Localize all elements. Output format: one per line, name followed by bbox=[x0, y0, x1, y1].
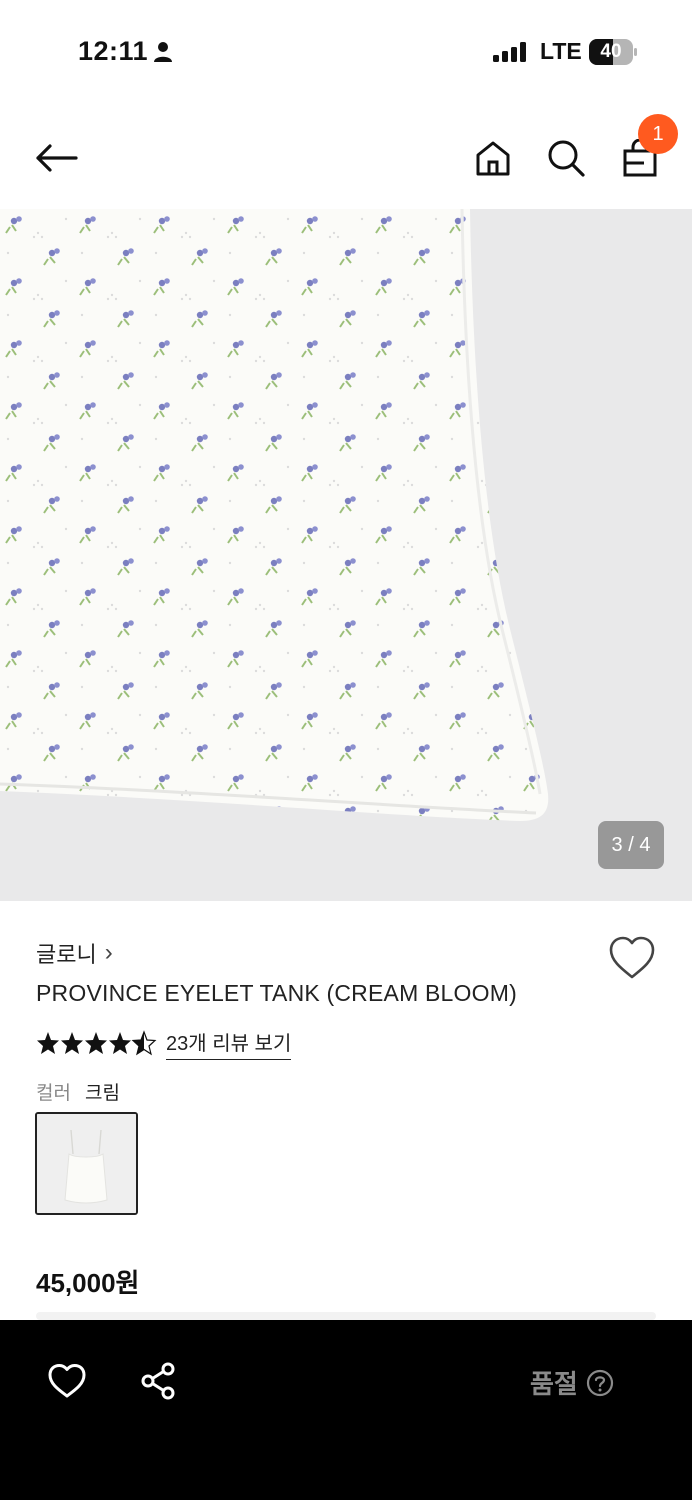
chevron-right-icon: › bbox=[104, 939, 113, 966]
sold-out-status[interactable]: 품절 bbox=[530, 1364, 614, 1401]
search-icon bbox=[548, 140, 585, 177]
person-icon bbox=[154, 42, 172, 62]
rating-row: 23개 리뷰 보기 bbox=[36, 1027, 292, 1060]
status-bar: 12:11 LTE 40 bbox=[0, 0, 692, 100]
brand-link[interactable]: 글로니 › bbox=[36, 937, 113, 969]
bottom-wishlist-button[interactable] bbox=[44, 1360, 90, 1402]
product-price: 45,000원 bbox=[36, 1268, 140, 1298]
home-button[interactable] bbox=[470, 132, 516, 184]
bottom-action-bar: 품절 bbox=[0, 1320, 692, 1500]
share-button[interactable] bbox=[134, 1358, 182, 1404]
color-row: 컬러 크림 bbox=[36, 1078, 120, 1105]
heart-icon bbox=[48, 1364, 86, 1398]
share-icon bbox=[141, 1362, 175, 1400]
color-swatch-cream[interactable] bbox=[35, 1112, 138, 1215]
image-counter: 3 / 4 bbox=[598, 821, 664, 869]
battery-level: 40 bbox=[600, 41, 622, 62]
home-icon bbox=[476, 141, 510, 176]
back-button[interactable] bbox=[30, 132, 82, 184]
top-nav-bar bbox=[0, 110, 692, 206]
signal-icon bbox=[493, 42, 526, 62]
help-circle-icon bbox=[586, 1369, 613, 1396]
status-time: 12:11 bbox=[78, 36, 149, 66]
sold-out-label: 품절 bbox=[530, 1369, 578, 1399]
cart-count-badge: 1 bbox=[638, 114, 678, 154]
product-photo bbox=[0, 209, 692, 901]
star-rating-icon bbox=[37, 1031, 156, 1055]
heart-icon bbox=[609, 936, 655, 979]
color-label: 컬러 bbox=[36, 1083, 71, 1104]
section-divider bbox=[36, 1312, 656, 1320]
network-type: LTE bbox=[540, 38, 582, 64]
product-title: PROVINCE EYELET TANK (CREAM BLOOM) bbox=[36, 980, 517, 1006]
product-image-gallery[interactable]: 3 / 4 bbox=[0, 209, 692, 901]
brand-name: 글로니 bbox=[36, 942, 97, 967]
tank-top-thumbnail bbox=[37, 1114, 136, 1213]
wishlist-button[interactable] bbox=[608, 935, 656, 981]
search-button[interactable] bbox=[543, 132, 589, 184]
color-value: 크림 bbox=[84, 1083, 120, 1104]
review-link[interactable]: 23개 리뷰 보기 bbox=[166, 1027, 292, 1060]
arrow-left-icon bbox=[36, 144, 78, 172]
